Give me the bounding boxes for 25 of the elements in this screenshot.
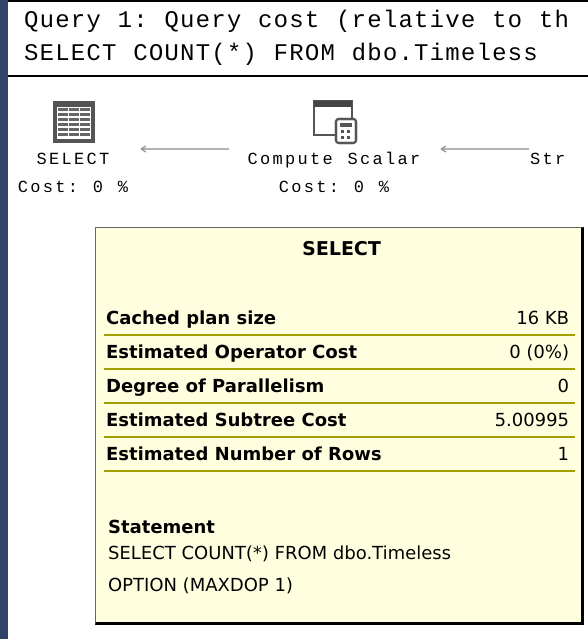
table-icon [51,99,97,145]
operator-name: SELECT [36,150,112,172]
query-text: SELECT COUNT(*) FROM dbo.Timeless [24,40,540,70]
property-value: 5.00995 [494,409,569,433]
calculator-window-icon [312,99,358,145]
operator-name: Compute Scalar [247,150,423,172]
query-text: Query 1: Query cost (relative to th [24,7,572,37]
tooltip-title: SELECT [301,238,382,260]
property-value: 1 [558,443,569,467]
operator-cost: Cost: 0 % [278,178,392,200]
operator-name: Str [530,150,568,172]
operator-cost: Cost: 0 % [18,178,130,200]
property-value: 0 (0%) [509,341,569,365]
property-label: Estimated Number of Rows [106,443,382,467]
arrow-icon [140,145,230,153]
property-label: Cached plan size [106,307,276,331]
property-value: 16 KB [516,307,569,331]
property-label: Degree of Parallelism [106,375,324,399]
statement-text: OPTION (MAXDOP 1) [108,574,294,598]
statement-text: SELECT COUNT(*) FROM dbo.Timeless [108,542,452,566]
statement-label: Statement [108,517,216,538]
property-value: 0 [558,375,569,399]
arrow-icon [440,145,530,153]
property-label: Estimated Subtree Cost [106,409,346,433]
property-label: Estimated Operator Cost [106,341,358,365]
